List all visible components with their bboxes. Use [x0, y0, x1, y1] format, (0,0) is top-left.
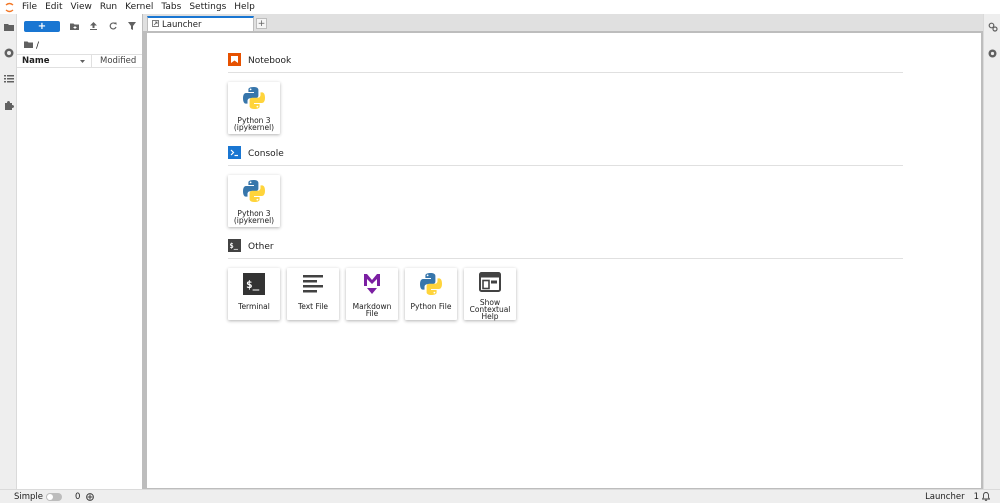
menu-help[interactable]: Help — [230, 0, 259, 14]
kernel-count[interactable]: 0 — [75, 492, 80, 502]
add-tab-button[interactable]: + — [256, 18, 267, 29]
card-label: Terminal — [238, 302, 270, 311]
menu-bar: File Edit View Run Kernel Tabs Settings … — [0, 0, 1000, 14]
markdown-icon — [359, 271, 385, 297]
section-other-title: Other — [248, 241, 274, 252]
card-console-python3[interactable]: Python 3 (ipykernel) — [228, 175, 280, 227]
section-notebook-title: Notebook — [248, 55, 292, 66]
card-label: Python 3 (ipykernel) — [233, 209, 275, 225]
menu-kernel[interactable]: Kernel — [121, 0, 157, 14]
card-label: Python 3 (ipykernel) — [233, 116, 275, 132]
upload-icon[interactable] — [85, 19, 102, 33]
new-launcher-button[interactable]: + — [24, 20, 60, 32]
column-name-label: Name — [22, 56, 50, 66]
jupyter-logo-icon[interactable] — [0, 0, 18, 14]
tab-launcher[interactable]: Launcher — [147, 16, 254, 31]
toc-icon[interactable] — [0, 66, 17, 92]
section-notebook-header: Notebook — [228, 51, 903, 73]
main-area: Launcher + Notebook Python 3 (ipykernel)… — [143, 14, 983, 489]
simple-mode-toggle[interactable] — [46, 492, 63, 501]
svg-text:$_: $_ — [246, 278, 260, 291]
section-console-title: Console — [248, 148, 284, 159]
column-modified[interactable]: Modified — [92, 56, 136, 66]
help-icon — [477, 271, 503, 293]
console-cards: Python 3 (ipykernel) — [228, 175, 903, 227]
terminal-icon: $_ — [241, 271, 267, 297]
other-icon: $_ — [228, 238, 241, 255]
file-list-header: Name Modified — [17, 54, 142, 68]
bell-icon[interactable] — [982, 492, 990, 501]
svg-text:$_: $_ — [230, 242, 239, 250]
menu-view[interactable]: View — [67, 0, 96, 14]
right-sidebar — [983, 14, 1000, 489]
card-terminal[interactable]: $_ Terminal — [228, 268, 280, 320]
breadcrumb-folder-icon[interactable] — [24, 41, 33, 51]
section-console: Console Python 3 (ipykernel) — [228, 144, 903, 227]
menu-run[interactable]: Run — [96, 0, 121, 14]
folder-icon[interactable] — [0, 14, 17, 40]
running-icon[interactable] — [0, 40, 17, 66]
card-label: Markdown File — [352, 302, 392, 318]
card-python-file[interactable]: Python File — [405, 268, 457, 320]
column-name[interactable]: Name — [17, 54, 92, 68]
card-contextual-help[interactable]: Show Contextual Help — [464, 268, 516, 320]
python-icon — [241, 85, 267, 111]
section-other-header: $_ Other — [228, 237, 903, 259]
text-file-icon — [300, 271, 326, 297]
section-console-header: Console — [228, 144, 903, 166]
extension-icon[interactable] — [0, 92, 17, 118]
card-markdown-file[interactable]: Markdown File — [346, 268, 398, 320]
tab-launcher-label: Launcher — [162, 19, 202, 30]
section-other: $_ Other $_ Terminal Text File Markdown … — [228, 237, 903, 320]
launcher-tab-icon — [152, 19, 159, 30]
card-notebook-python3[interactable]: Python 3 (ipykernel) — [228, 82, 280, 134]
status-current-activity: Launcher — [925, 491, 965, 502]
sort-caret-icon — [80, 56, 85, 66]
debugger-icon[interactable] — [984, 40, 1000, 66]
breadcrumb: / — [17, 38, 142, 54]
refresh-icon[interactable] — [104, 19, 121, 33]
card-label: Text File — [297, 302, 329, 311]
other-cards: $_ Terminal Text File Markdown File Pyth… — [228, 268, 903, 320]
left-sidebar — [0, 14, 17, 489]
menu-edit[interactable]: Edit — [41, 0, 66, 14]
file-browser-toolbar: + — [17, 14, 142, 38]
new-folder-icon[interactable] — [66, 19, 83, 33]
tab-bar: Launcher + — [143, 14, 983, 31]
filter-icon[interactable] — [123, 19, 140, 33]
property-inspector-icon[interactable] — [984, 14, 1000, 40]
notebook-icon — [228, 52, 241, 69]
notification-count[interactable]: 1 — [974, 492, 979, 502]
card-label: Show Contextual Help — [469, 298, 511, 321]
status-bar: Simple 0 Launcher 1 — [0, 489, 1000, 503]
launcher-panel: Notebook Python 3 (ipykernel) Console Py… — [147, 33, 981, 488]
menu-tabs[interactable]: Tabs — [157, 0, 185, 14]
menu-settings[interactable]: Settings — [185, 0, 230, 14]
python-icon — [241, 178, 267, 204]
simple-mode-label: Simple — [14, 491, 44, 502]
breadcrumb-root[interactable]: / — [36, 41, 39, 51]
notebook-cards: Python 3 (ipykernel) — [228, 82, 903, 134]
console-icon — [228, 145, 241, 162]
card-text-file[interactable]: Text File — [287, 268, 339, 320]
kernel-status-icon[interactable] — [86, 492, 95, 501]
file-browser: + / Name Modified — [17, 14, 143, 489]
python-icon — [418, 271, 444, 297]
card-label: Python File — [410, 302, 452, 311]
section-notebook: Notebook Python 3 (ipykernel) — [228, 51, 903, 134]
menu-file[interactable]: File — [18, 0, 41, 14]
